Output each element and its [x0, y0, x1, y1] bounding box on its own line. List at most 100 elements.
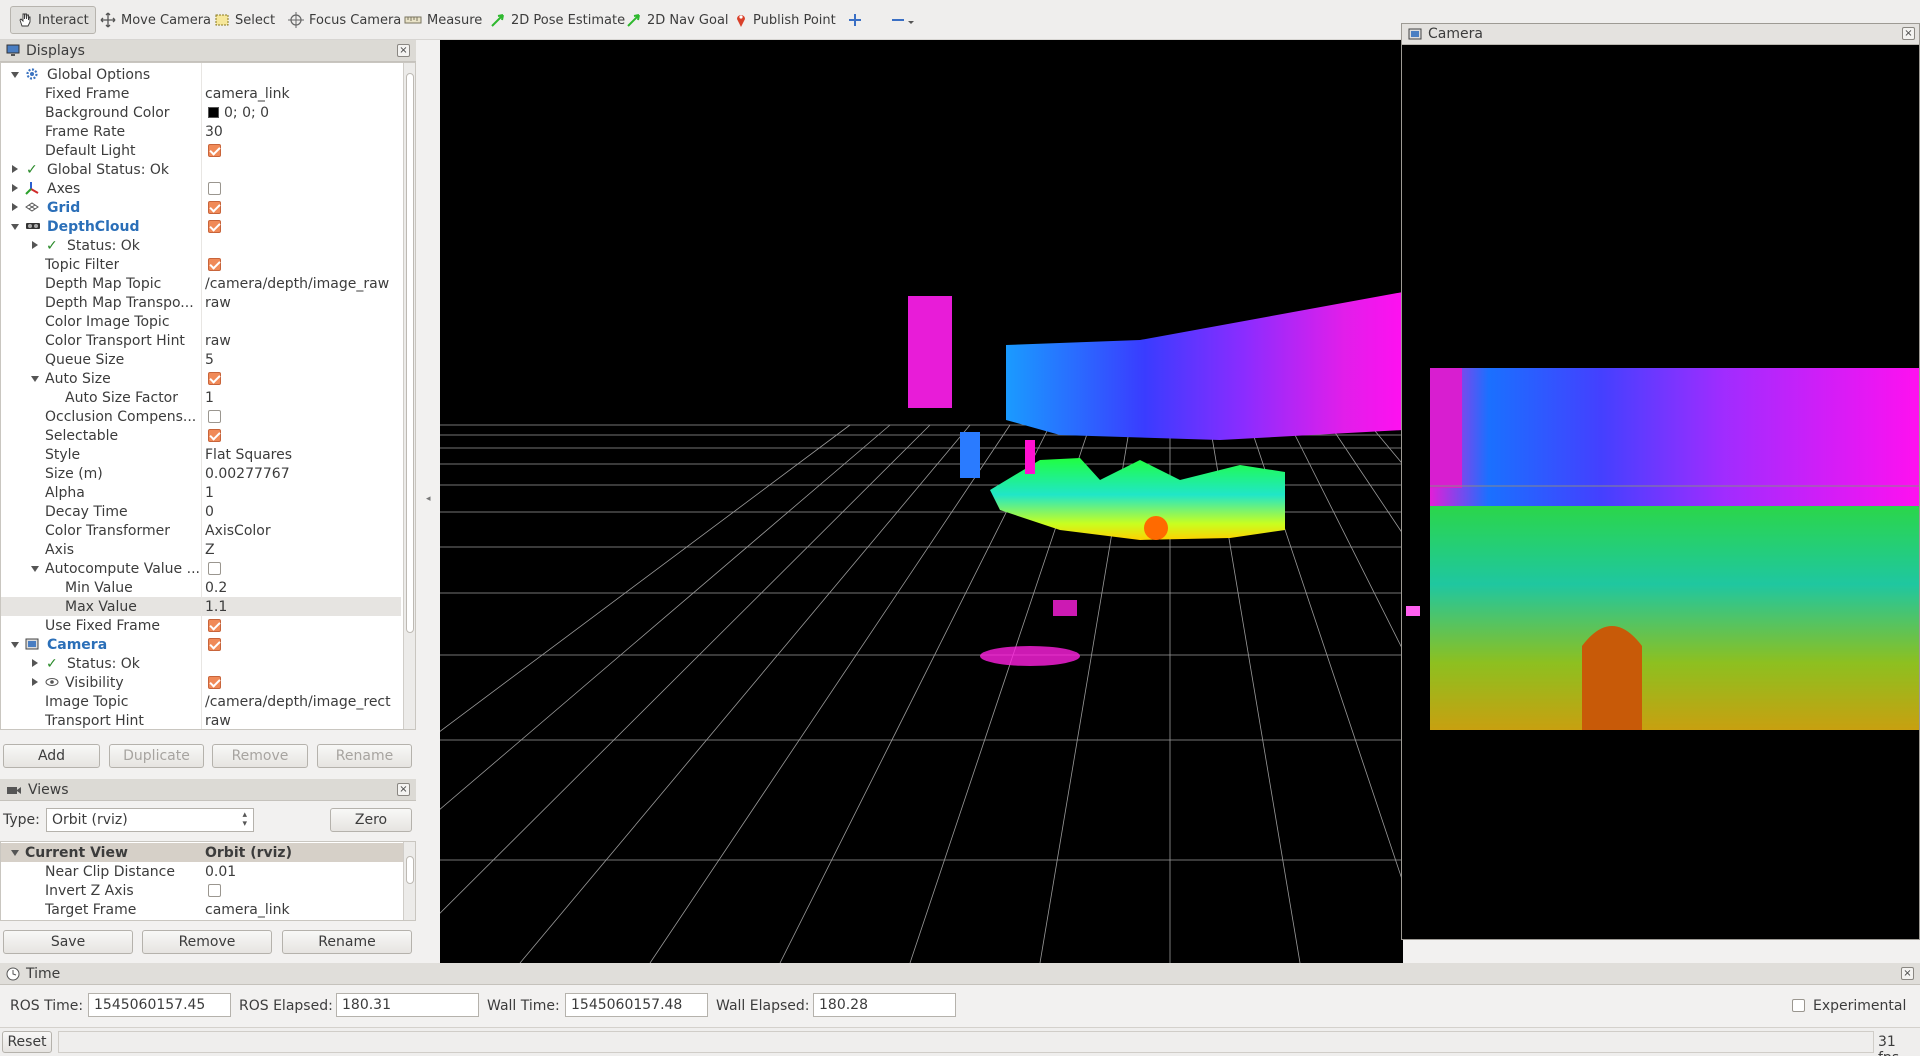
expand-arrow-icon[interactable] — [32, 241, 38, 249]
add-tool-button[interactable] — [842, 6, 868, 34]
zero-button[interactable]: Zero — [330, 808, 412, 832]
invert-z-checkbox[interactable] — [208, 884, 221, 897]
nav-goal-tool-button[interactable]: 2D Nav Goal — [620, 6, 735, 34]
color-transformer-value[interactable]: AxisColor — [205, 523, 271, 539]
camera-window-titlebar[interactable]: Camera × — [1402, 24, 1919, 45]
tree-label: Invert Z Axis — [45, 882, 134, 899]
wall-elapsed-field[interactable]: 180.28 — [813, 993, 956, 1017]
color-swatch[interactable] — [208, 107, 219, 118]
occlusion-checkbox[interactable] — [208, 410, 221, 423]
select-tool-button[interactable]: Select — [208, 6, 281, 34]
grid-checkbox[interactable] — [208, 201, 221, 214]
camera-close-button[interactable]: × — [1902, 27, 1915, 40]
ros-elapsed-field[interactable]: 180.31 — [336, 993, 479, 1017]
tree-row-current-view[interactable]: Current View Orbit (rviz) — [1, 843, 404, 862]
camera-checkbox[interactable] — [208, 638, 221, 651]
pose-estimate-tool-button[interactable]: 2D Pose Estimate — [484, 6, 631, 34]
duplicate-display-button[interactable]: Duplicate — [109, 744, 204, 768]
measure-tool-button[interactable]: Measure — [398, 6, 488, 34]
depth-map-topic-value[interactable]: /camera/depth/image_raw — [205, 276, 389, 292]
expand-arrow-icon[interactable] — [12, 203, 18, 211]
tree-label: Camera — [47, 636, 108, 653]
move-camera-tool-button[interactable]: Move Camera — [94, 6, 217, 34]
time-close-button[interactable]: × — [1901, 967, 1914, 980]
near-clip-value[interactable]: 0.01 — [205, 864, 236, 880]
target-frame-value[interactable]: camera_link — [205, 902, 290, 918]
ros-time-field[interactable]: 1545060157.45 — [88, 993, 231, 1017]
fixed-frame-value[interactable]: camera_link — [205, 86, 290, 102]
frame-rate-value[interactable]: 30 — [205, 124, 223, 140]
experimental-label: Experimental — [1813, 998, 1907, 1014]
add-display-button[interactable]: Add — [3, 744, 100, 768]
expand-arrow-icon[interactable] — [11, 72, 19, 78]
remove-view-button[interactable]: Remove — [142, 930, 272, 954]
alpha-value[interactable]: 1 — [205, 485, 214, 501]
remove-tool-dropdown[interactable] — [884, 6, 922, 34]
axes-checkbox[interactable] — [208, 182, 221, 195]
use-fixed-frame-checkbox[interactable] — [208, 619, 221, 632]
tree-label: Axis — [45, 541, 75, 558]
style-value[interactable]: Flat Squares — [205, 447, 292, 463]
scrollbar-thumb[interactable] — [406, 856, 414, 884]
tree-label: Grid — [47, 199, 81, 216]
focus-camera-tool-button[interactable]: Focus Camera — [282, 6, 407, 34]
displays-tree[interactable]: Global Options Fixed Frame camera_link B… — [0, 62, 416, 730]
topic-filter-checkbox[interactable] — [208, 258, 221, 271]
tree-row-invert-z[interactable]: Invert Z Axis — [1, 881, 401, 900]
visibility-checkbox[interactable] — [208, 676, 221, 689]
decay-time-value[interactable]: 0 — [205, 504, 214, 520]
views-scrollbar[interactable] — [403, 842, 415, 920]
views-tree[interactable]: Current View Orbit (rviz) Near Clip Dist… — [0, 841, 416, 921]
expand-arrow-icon[interactable] — [12, 184, 18, 192]
expand-arrow-icon[interactable] — [31, 566, 39, 572]
displays-close-button[interactable]: × — [397, 44, 410, 57]
max-value-value[interactable]: 1.1 — [205, 599, 227, 615]
auto-size-checkbox[interactable] — [208, 372, 221, 385]
expand-arrow-icon[interactable] — [11, 642, 19, 648]
scrollbar-thumb[interactable] — [406, 73, 414, 633]
publish-point-tool-button[interactable]: Publish Point — [728, 6, 842, 34]
rename-view-button[interactable]: Rename — [282, 930, 412, 954]
interact-tool-button[interactable]: Interact — [10, 6, 96, 34]
expand-arrow-icon[interactable] — [11, 224, 19, 230]
reset-button[interactable]: Reset — [2, 1031, 52, 1053]
camera-window[interactable]: Camera × — [1401, 23, 1920, 940]
expand-arrow-icon[interactable] — [32, 659, 38, 667]
background-color-value[interactable]: 0; 0; 0 — [224, 105, 269, 121]
expand-arrow-icon[interactable] — [12, 165, 18, 173]
default-light-checkbox[interactable] — [208, 144, 221, 157]
tree-row-near-clip[interactable]: Near Clip Distance 0.01 — [1, 862, 401, 881]
tree-row-target-frame[interactable]: Target Frame camera_link — [1, 900, 401, 919]
rename-display-button[interactable]: Rename — [317, 744, 412, 768]
size-value[interactable]: 0.00277767 — [205, 466, 290, 482]
expand-arrow-icon[interactable] — [11, 850, 19, 856]
views-close-button[interactable]: × — [397, 783, 410, 796]
min-value-value[interactable]: 0.2 — [205, 580, 227, 596]
queue-size-value[interactable]: 5 — [205, 352, 214, 368]
camera-image — [1406, 368, 1919, 730]
color-transport-hint-value[interactable]: raw — [205, 333, 231, 349]
autocompute-checkbox[interactable] — [208, 562, 221, 575]
remove-display-button[interactable]: Remove — [212, 744, 308, 768]
expand-arrow-icon[interactable] — [31, 376, 39, 382]
view-type-select[interactable]: Orbit (rviz) ▴ ▾ — [46, 808, 254, 832]
experimental-checkbox[interactable] — [1792, 999, 1805, 1012]
expand-arrow-icon[interactable] — [32, 678, 38, 686]
depth-map-transport-value[interactable]: raw — [205, 295, 231, 311]
tree-label: Target Frame — [45, 901, 137, 918]
save-view-button[interactable]: Save — [3, 930, 133, 954]
depthcloud-checkbox[interactable] — [208, 220, 221, 233]
wall-time-field[interactable]: 1545060157.48 — [565, 993, 708, 1017]
monitor-icon — [6, 44, 20, 56]
hand-icon — [19, 13, 31, 27]
far-blob-1 — [1053, 600, 1077, 616]
axis-value[interactable]: Z — [205, 542, 215, 558]
image-topic-value[interactable]: /camera/depth/image_rect — [205, 694, 391, 710]
selectable-checkbox[interactable] — [208, 429, 221, 442]
render-3d-view[interactable] — [440, 40, 1403, 963]
collapse-left-icon[interactable]: ◂ — [426, 494, 431, 504]
displays-scrollbar[interactable] — [403, 63, 415, 729]
focus-icon — [288, 12, 304, 28]
transport-hint-value[interactable]: raw — [205, 713, 231, 729]
auto-size-factor-value[interactable]: 1 — [205, 390, 214, 406]
